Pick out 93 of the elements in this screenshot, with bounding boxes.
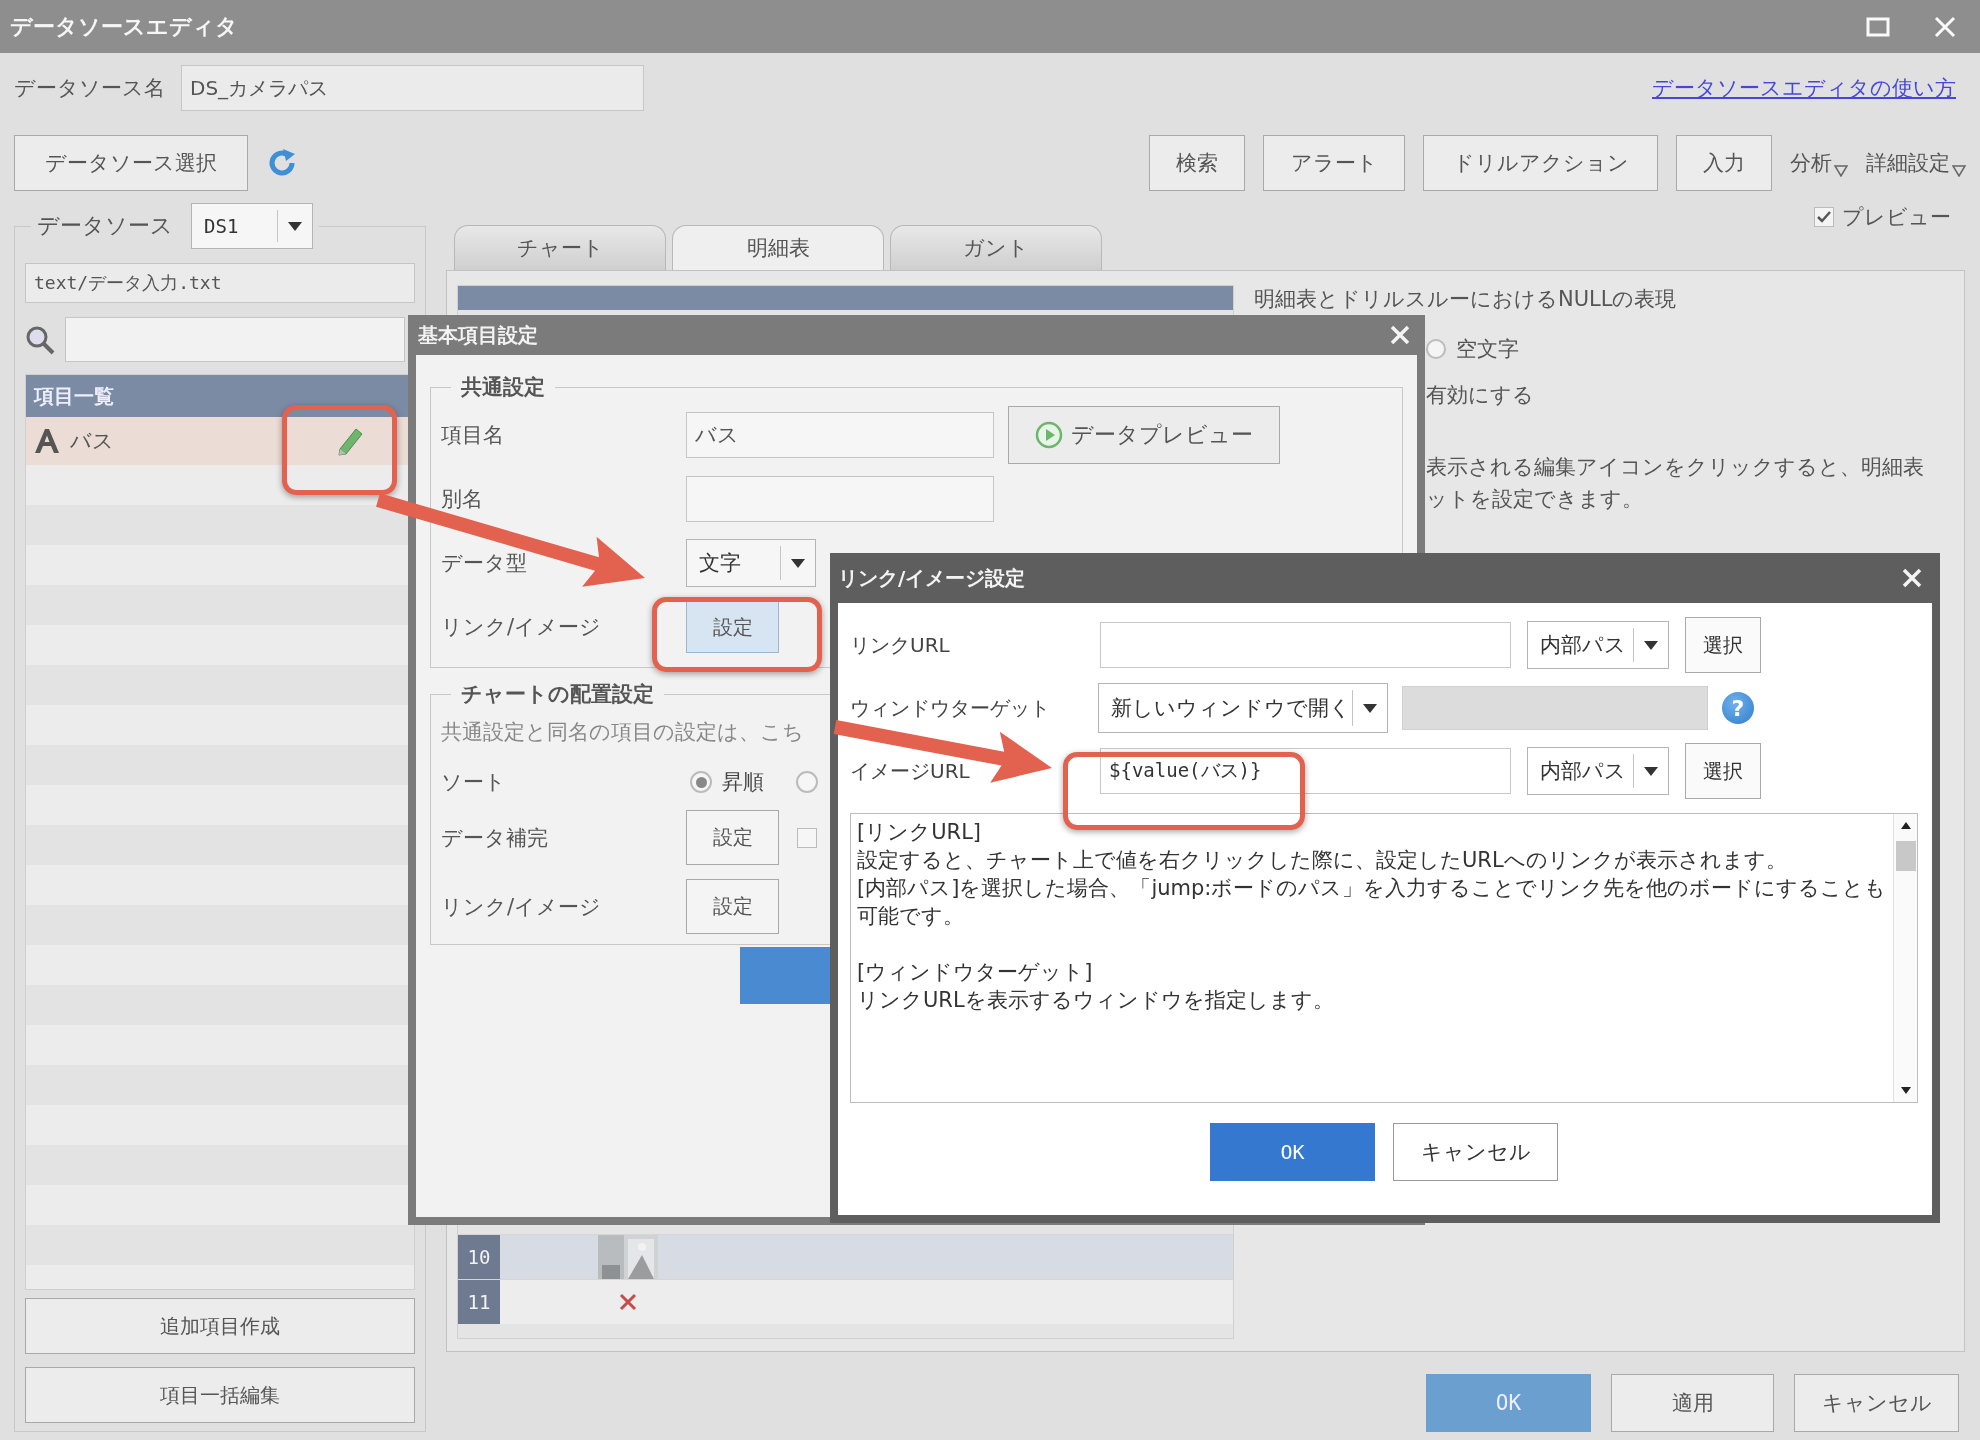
- window-title: データソースエディタ: [10, 12, 238, 41]
- dialog-button[interactable]: 適用: [1611, 1374, 1774, 1432]
- help-text: [ウィンドウターゲット]: [857, 959, 1094, 986]
- help-text: ットを設定できます。: [1426, 486, 1644, 513]
- data-preview-button[interactable]: データプレビュー: [1008, 406, 1280, 464]
- caret-icon: [288, 221, 302, 231]
- scroll-down-icon[interactable]: [1900, 1087, 1911, 1094]
- help-link[interactable]: データソースエディタの使い方: [1652, 74, 1956, 102]
- field-label: データソース名: [14, 75, 165, 102]
- tab[interactable]: 明細表: [672, 225, 884, 270]
- list-action-button[interactable]: 追加項目作成: [25, 1298, 415, 1354]
- field-label: データ型: [441, 550, 528, 577]
- alias-field[interactable]: [686, 476, 994, 522]
- caret-icon: [791, 558, 805, 568]
- radio-button[interactable]: [1426, 339, 1446, 359]
- row-number: 10: [458, 1235, 500, 1279]
- dialog-button[interactable]: キャンセル: [1794, 1374, 1959, 1432]
- dialog-title: 基本項目設定: [418, 321, 538, 349]
- radio-label: 昇順: [722, 769, 764, 796]
- toolbar-button[interactable]: アラート: [1263, 135, 1405, 191]
- maximize-icon[interactable]: [1866, 16, 1890, 37]
- help-text: リンクURLを表示するウィンドウを指定します。: [857, 987, 1335, 1014]
- radio-button[interactable]: [690, 771, 712, 793]
- close-icon[interactable]: [1902, 568, 1922, 588]
- toolbar-button[interactable]: ドリルアクション: [1423, 135, 1658, 191]
- option-text: 有効にする: [1426, 382, 1534, 409]
- field-label: ソート: [441, 769, 507, 796]
- select-source-button[interactable]: データソース選択: [14, 135, 248, 191]
- help-text: 表示される編集アイコンをクリックすると、明細表: [1426, 454, 1925, 481]
- help-text: [内部パス]を選択した場合、「jump:ボードのパス」を入力することでリンク先を他のボードにすることも可能です。: [857, 875, 1887, 930]
- group-label: データソース: [37, 212, 173, 240]
- preview-checkbox[interactable]: [1814, 207, 1834, 227]
- help-text: 設定すると、チャート上で値を右クリックした際に、設定したURLへのリンクが表示されます。: [857, 847, 1788, 874]
- play-icon: [1035, 421, 1063, 449]
- scrollbar[interactable]: [1893, 814, 1917, 1102]
- search-field[interactable]: [65, 317, 405, 362]
- toolbar-button[interactable]: 入力: [1676, 135, 1772, 191]
- caret-icon: [1644, 766, 1658, 776]
- select-button[interactable]: 選択: [1685, 743, 1761, 799]
- url-field[interactable]: [1100, 622, 1511, 668]
- window-target-dropdown[interactable]: 新しいウィンドウで開く: [1098, 683, 1388, 733]
- select-button[interactable]: 選択: [1685, 617, 1761, 673]
- tab[interactable]: ガント: [890, 225, 1102, 270]
- field-label: リンク/イメージ: [441, 614, 603, 641]
- scroll-up-icon[interactable]: [1900, 822, 1911, 829]
- note-text: 共通設定と同名の項目の設定は、こち: [441, 719, 804, 746]
- field-label: リンク/イメージ: [441, 893, 603, 921]
- settings-button[interactable]: 設定: [686, 810, 779, 865]
- name-field[interactable]: バス: [686, 412, 994, 458]
- name-field[interactable]: DS_カメラパス: [181, 65, 644, 111]
- scroll-thumb[interactable]: [1895, 841, 1916, 871]
- toolbar-button[interactable]: 検索: [1149, 135, 1245, 191]
- path-type-dropdown[interactable]: 内部パス: [1527, 621, 1669, 669]
- close-icon[interactable]: [1389, 324, 1411, 346]
- type-dropdown[interactable]: 文字: [686, 539, 816, 587]
- search-icon[interactable]: [25, 324, 55, 355]
- path-type-dropdown[interactable]: 内部パス: [1527, 747, 1669, 795]
- help-text: [リンクURL]: [857, 819, 983, 846]
- radio-label: 空文字: [1456, 336, 1519, 363]
- checkbox-label: プレビュー: [1842, 204, 1951, 231]
- dropdown-icon: [1952, 165, 1966, 177]
- text-type-icon: [34, 428, 60, 454]
- path-field: text/データ入力.txt: [25, 263, 415, 303]
- radio-button[interactable]: [796, 771, 818, 793]
- caret-icon: [1363, 703, 1377, 713]
- caret-icon: [1644, 640, 1658, 650]
- section-title: 明細表とドリルスルーにおけるNULLの表現: [1254, 286, 1678, 313]
- group-label: 共通設定: [461, 375, 545, 399]
- menu-button[interactable]: 分析: [1790, 149, 1848, 177]
- field-label: 別名: [441, 486, 484, 513]
- source-dropdown[interactable]: DS1: [191, 203, 313, 249]
- dialog-title: リンク/イメージ設定: [838, 564, 1026, 592]
- url-field[interactable]: ${value(バス)}: [1100, 748, 1511, 794]
- settings-button[interactable]: 設定: [686, 601, 779, 653]
- cancel-button[interactable]: キャンセル: [1393, 1123, 1558, 1181]
- check-icon: [1817, 211, 1831, 223]
- field-label: 項目名: [441, 422, 505, 449]
- item-label: バス: [70, 428, 114, 455]
- group-label: チャートの配置設定: [461, 682, 654, 706]
- ok-button[interactable]: OK: [1210, 1123, 1375, 1181]
- field-label: イメージURL: [850, 758, 971, 785]
- close-icon[interactable]: [1934, 15, 1956, 38]
- error-icon: [618, 1293, 637, 1311]
- tab[interactable]: チャート: [454, 225, 666, 270]
- field-label: リンクURL: [850, 632, 951, 659]
- settings-button[interactable]: 設定: [686, 879, 779, 934]
- list-action-button[interactable]: 項目一括編集: [25, 1367, 415, 1423]
- row-number: 11: [458, 1280, 500, 1324]
- field-label: データ補完: [441, 824, 549, 852]
- dropdown-icon: [1834, 165, 1848, 177]
- checkbox[interactable]: [797, 827, 817, 848]
- menu-button[interactable]: 詳細設定: [1866, 149, 1966, 177]
- field-label: ウィンドウターゲット: [850, 695, 1051, 722]
